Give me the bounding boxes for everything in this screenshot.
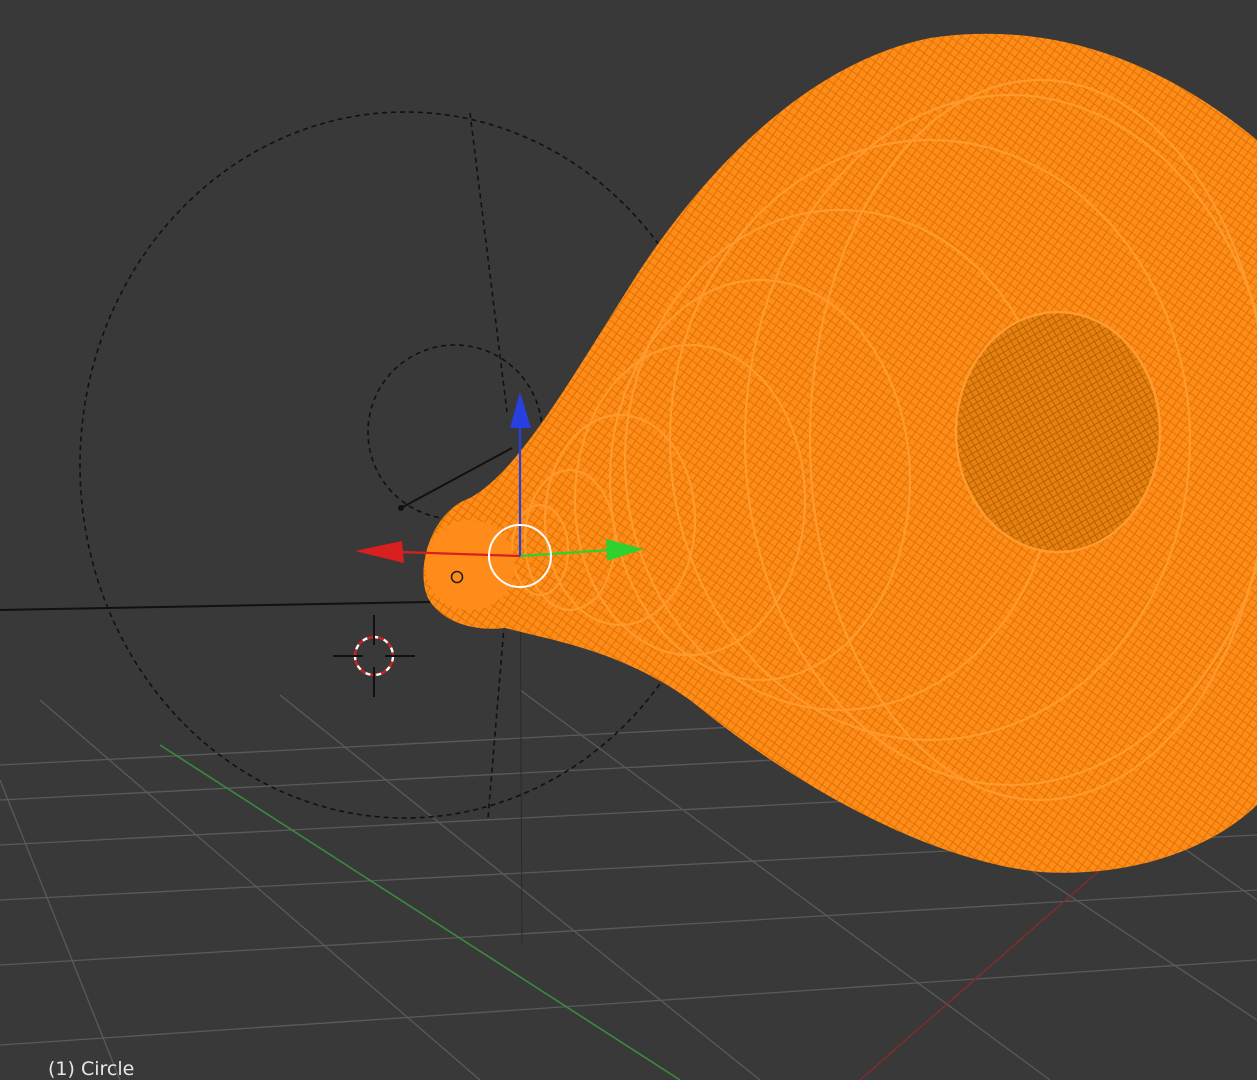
- gizmo-x-arrow[interactable]: [355, 541, 404, 563]
- 3d-viewport[interactable]: (1) Circle: [0, 0, 1257, 1080]
- mesh-small-lobe: [425, 520, 515, 610]
- vertex-dot: [398, 505, 404, 511]
- 3d-cursor-icon[interactable]: [333, 615, 415, 697]
- axis-x-line: [859, 869, 1101, 1080]
- axis-y-line: [159, 744, 681, 1080]
- viewport-scene[interactable]: [0, 0, 1257, 1080]
- active-object-label: (1) Circle: [48, 1058, 135, 1080]
- gizmo-z-arrow[interactable]: [510, 392, 531, 428]
- mesh-inner-hole: [954, 310, 1162, 554]
- selected-mesh-object[interactable]: [423, 33, 1257, 873]
